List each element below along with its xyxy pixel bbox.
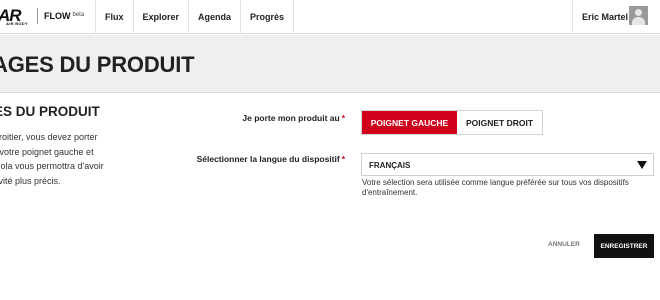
description-line: droitier, vous devez porter: [0, 132, 98, 142]
user-menu[interactable]: Eric Martel: [572, 0, 660, 33]
product-label: FLOW: [44, 11, 71, 21]
user-name: Eric Martel: [582, 11, 629, 22]
description-line: tivité plus précis.: [0, 175, 61, 186]
top-navigation: AR AIR BODY FLOW beta Flux Explorer Agend…: [0, 0, 660, 34]
section-title: ES DU PRODUIT: [0, 104, 100, 119]
caret-down-icon: [637, 161, 647, 169]
language-help-text: Votre sélection sera utilisée comme lang…: [362, 178, 629, 197]
cancel-button[interactable]: ANNULER: [548, 241, 580, 248]
nav-item-explorer[interactable]: Explorer: [132, 0, 189, 33]
main-nav: Flux Explorer Agenda Progrès: [95, 0, 295, 33]
section-description: droitier, vous devez porter r votre poig…: [0, 130, 134, 188]
logo-subtext: AIR BODY: [6, 21, 28, 26]
wrist-toggle: POIGNET GAUCHE POIGNET DROIT: [361, 110, 543, 135]
logo-divider: [37, 8, 38, 24]
required-mark: *: [341, 154, 345, 164]
right-wrist-button[interactable]: POIGNET DROIT: [457, 111, 542, 134]
required-mark: *: [341, 113, 345, 123]
nav-item-agenda[interactable]: Agenda: [188, 0, 240, 33]
beta-badge: beta: [72, 12, 85, 18]
brand-logo[interactable]: AR AIR BODY: [0, 6, 34, 28]
language-label: Sélectionner la langue du dispositif *: [180, 154, 345, 164]
save-button[interactable]: ENREGISTRER: [594, 234, 654, 258]
wrist-label-text: Je porte mon produit au: [242, 113, 340, 123]
page-title: AGES DU PRODUIT: [0, 52, 195, 77]
left-wrist-button[interactable]: POIGNET GAUCHE: [362, 111, 457, 134]
page-title-band: AGES DU PRODUIT: [0, 35, 660, 93]
nav-item-progres[interactable]: Progrès: [240, 0, 295, 33]
wrist-label: Je porte mon produit au *: [200, 113, 345, 123]
description-line: Cola vous permottra d'avoir: [0, 161, 104, 171]
language-label-text: Sélectionner la langue du dispositif: [196, 154, 340, 164]
language-select-value: FRANÇAIS: [369, 161, 411, 170]
avatar-user-silhouette-icon: [629, 6, 648, 25]
nav-item-flux[interactable]: Flux: [95, 0, 133, 33]
language-select[interactable]: FRANÇAIS: [361, 153, 654, 176]
description-line: r votre poignet gauche et: [0, 146, 94, 157]
product-name: FLOW beta: [44, 11, 84, 21]
